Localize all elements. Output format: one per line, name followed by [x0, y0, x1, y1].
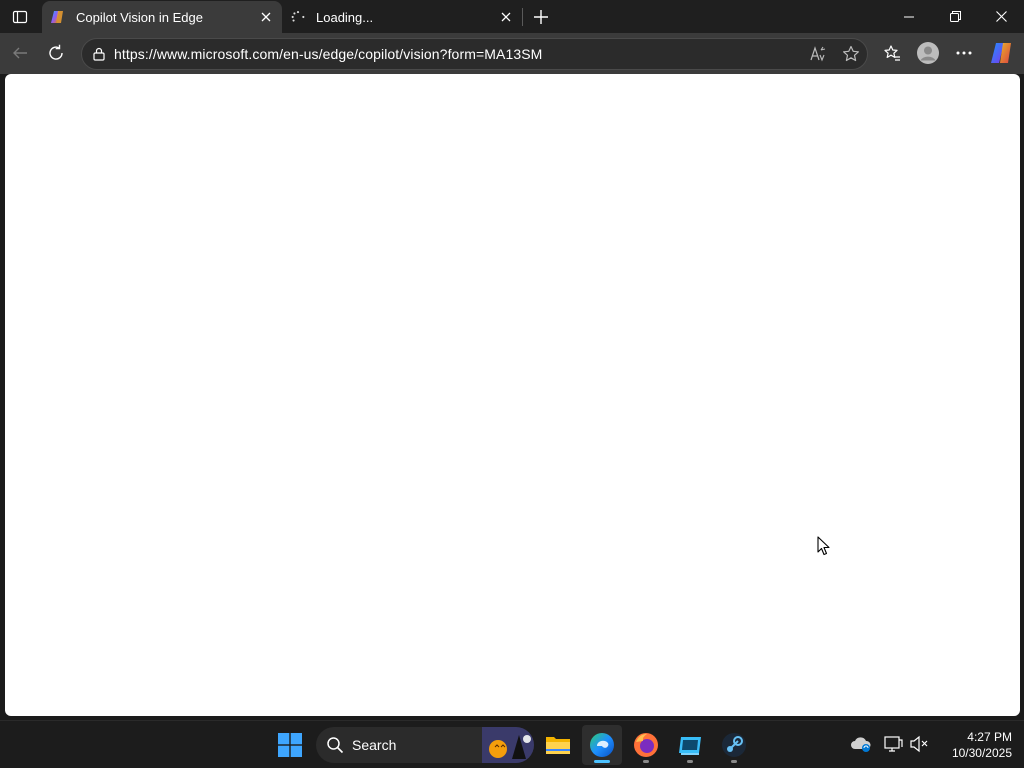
copilot-icon: [991, 43, 1011, 63]
search-label: Search: [352, 737, 397, 753]
tab-loading[interactable]: Loading...: [282, 1, 522, 33]
favorites-button[interactable]: [876, 37, 908, 69]
tab-strip: Copilot Vision in Edge Loading...: [0, 0, 1024, 33]
running-indicator: [643, 760, 649, 763]
url-field[interactable]: https://www.microsoft.com/en-us/edge/cop…: [114, 46, 803, 62]
more-button[interactable]: [948, 37, 980, 69]
volume-muted-icon[interactable]: [908, 733, 930, 755]
firefox-icon: [634, 733, 658, 757]
tab-actions-icon: [12, 10, 28, 23]
edge-icon: [590, 733, 614, 757]
profile-icon: [917, 42, 939, 64]
running-indicator: [687, 760, 693, 763]
tab-close-button[interactable]: [254, 5, 278, 29]
restore-icon: [949, 11, 961, 22]
minimize-button[interactable]: [886, 0, 932, 33]
taskbar-steam[interactable]: [714, 725, 754, 765]
restore-button[interactable]: [932, 0, 978, 33]
browser-toolbar: https://www.microsoft.com/en-us/edge/cop…: [0, 33, 1024, 74]
tab-close-button[interactable]: [494, 5, 518, 29]
app-window-icon: [679, 737, 701, 755]
onedrive-sync-icon[interactable]: [850, 733, 872, 755]
tab-actions-button[interactable]: [0, 0, 40, 33]
taskbar-search[interactable]: Search: [316, 727, 534, 763]
taskbar-file-explorer[interactable]: [538, 725, 578, 765]
close-icon: [501, 12, 511, 22]
back-arrow-icon: [13, 47, 27, 59]
lock-icon[interactable]: [84, 47, 114, 61]
windows-start-icon: [278, 733, 302, 757]
start-button[interactable]: [270, 725, 310, 765]
close-icon: [995, 11, 1007, 22]
taskbar-firefox[interactable]: [626, 725, 666, 765]
running-indicator: [594, 760, 610, 763]
taskbar: Search 4:27 PM 10/30/2025: [0, 720, 1024, 768]
taskbar-edge[interactable]: [582, 725, 622, 765]
display-icon[interactable]: [882, 733, 904, 755]
clock-date: 10/30/2025: [951, 746, 1012, 760]
address-bar[interactable]: https://www.microsoft.com/en-us/edge/cop…: [81, 38, 868, 70]
tab-copilot-vision[interactable]: Copilot Vision in Edge: [42, 1, 282, 33]
running-indicator: [731, 760, 737, 763]
steam-icon: [722, 733, 746, 757]
close-icon: [261, 12, 271, 22]
profile-button[interactable]: [912, 37, 944, 69]
refresh-button[interactable]: [40, 37, 72, 69]
favorite-button[interactable]: [835, 40, 867, 68]
folder-icon: [546, 737, 570, 754]
page-viewport[interactable]: [5, 74, 1020, 716]
search-icon: [327, 737, 344, 754]
clock-time: 4:27 PM: [967, 730, 1012, 744]
taskbar-app[interactable]: [670, 725, 710, 765]
halloween-search-highlight-icon: [482, 727, 534, 763]
refresh-icon: [49, 44, 63, 60]
system-clock[interactable]: 4:27 PM 10/30/2025: [938, 729, 1012, 761]
mouse-cursor-icon: [817, 536, 830, 556]
back-button[interactable]: [4, 37, 36, 69]
star-icon: [843, 45, 859, 62]
loading-spinner-icon: [290, 9, 306, 25]
read-aloud-icon: [810, 46, 826, 62]
copilot-icon: [50, 9, 66, 25]
tab-title: Loading...: [316, 9, 374, 25]
plus-icon: [534, 9, 548, 24]
more-icon: [956, 51, 972, 55]
tab-title: Copilot Vision in Edge: [76, 9, 203, 25]
read-aloud-button[interactable]: [803, 40, 835, 68]
favorites-icon: [884, 45, 900, 61]
minimize-icon: [904, 16, 914, 17]
close-window-button[interactable]: [978, 0, 1024, 33]
new-tab-button[interactable]: [521, 0, 561, 33]
copilot-button[interactable]: [986, 37, 1018, 69]
